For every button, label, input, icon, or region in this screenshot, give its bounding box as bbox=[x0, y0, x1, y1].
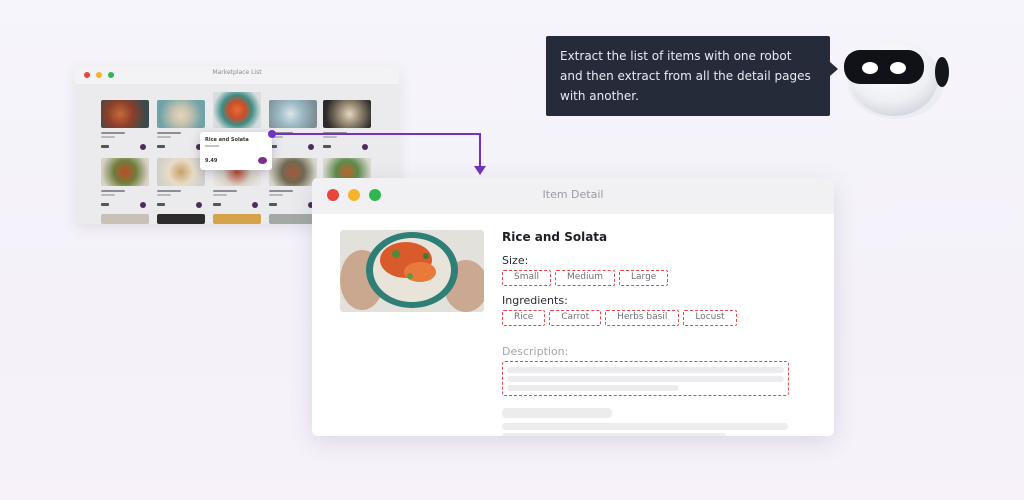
product-image bbox=[269, 158, 317, 186]
product-image bbox=[101, 100, 149, 128]
description-line bbox=[507, 385, 679, 391]
eye-icon[interactable] bbox=[308, 144, 314, 150]
instruction-bubble: Extract the list of items with one robot… bbox=[546, 36, 830, 116]
product-card[interactable] bbox=[157, 214, 205, 224]
marketplace-window-title: Marketplace List bbox=[212, 69, 262, 76]
instruction-text: Extract the list of items with one robot… bbox=[560, 49, 811, 103]
item-detail-window: Item Detail Rice and Solata Size: Small … bbox=[312, 178, 834, 436]
ingredient-chip[interactable]: Herbs basil bbox=[605, 310, 680, 326]
product-image bbox=[213, 214, 261, 224]
placeholder-line bbox=[502, 408, 612, 418]
product-card[interactable] bbox=[323, 100, 371, 156]
product-popup[interactable]: Rice and Solata 9.49 bbox=[200, 132, 272, 170]
robot-icon bbox=[844, 40, 949, 119]
size-chips: Small Medium Large bbox=[502, 270, 669, 286]
product-image bbox=[157, 158, 205, 186]
arrow-down-icon bbox=[474, 166, 486, 175]
ingredient-chips: Rice Carrot Herbs basil Locust bbox=[502, 310, 737, 326]
product-card[interactable] bbox=[157, 158, 205, 214]
product-card[interactable] bbox=[269, 100, 317, 156]
product-card[interactable] bbox=[269, 214, 317, 224]
product-card[interactable] bbox=[101, 214, 149, 224]
ingredient-chip[interactable]: Carrot bbox=[549, 310, 602, 326]
eye-icon[interactable] bbox=[140, 144, 146, 150]
product-image bbox=[269, 100, 317, 128]
size-chip[interactable]: Large bbox=[619, 270, 669, 286]
bubble-tail bbox=[830, 62, 838, 76]
product-image bbox=[157, 214, 205, 224]
popup-title: Rice and Solata bbox=[205, 137, 249, 143]
product-card[interactable] bbox=[101, 100, 149, 156]
eye-icon[interactable] bbox=[196, 202, 202, 208]
detail-window-title: Item Detail bbox=[542, 188, 604, 201]
product-image bbox=[157, 100, 205, 128]
detail-title-bar: Item Detail bbox=[312, 178, 834, 214]
placeholder-line bbox=[502, 423, 788, 430]
size-label: Size: bbox=[502, 254, 529, 267]
description-line bbox=[507, 367, 784, 373]
eye-icon[interactable] bbox=[140, 202, 146, 208]
eye-icon[interactable] bbox=[252, 202, 258, 208]
product-image bbox=[269, 214, 317, 224]
product-image bbox=[323, 100, 371, 128]
size-chip[interactable]: Medium bbox=[555, 270, 615, 286]
size-chip[interactable]: Small bbox=[502, 270, 551, 286]
placeholder-line bbox=[502, 433, 726, 436]
description-label: Description: bbox=[502, 345, 569, 358]
ingredient-chip[interactable]: Rice bbox=[502, 310, 546, 326]
product-card[interactable] bbox=[101, 158, 149, 214]
item-image bbox=[340, 230, 484, 312]
product-image bbox=[101, 158, 149, 186]
eye-icon[interactable] bbox=[258, 157, 267, 164]
item-name: Rice and Solata bbox=[502, 230, 608, 244]
ingredient-chip[interactable]: Locust bbox=[683, 310, 737, 326]
product-card[interactable] bbox=[269, 158, 317, 214]
product-card[interactable] bbox=[157, 100, 205, 156]
product-image bbox=[213, 92, 261, 128]
ingredients-label: Ingredients: bbox=[502, 294, 568, 307]
product-image bbox=[101, 214, 149, 224]
product-card[interactable] bbox=[213, 214, 261, 224]
marketplace-title-bar: Marketplace List bbox=[75, 66, 399, 84]
description-box[interactable] bbox=[502, 361, 789, 396]
description-line bbox=[507, 376, 784, 382]
eye-icon[interactable] bbox=[362, 144, 368, 150]
popup-price: 9.49 bbox=[205, 158, 218, 164]
